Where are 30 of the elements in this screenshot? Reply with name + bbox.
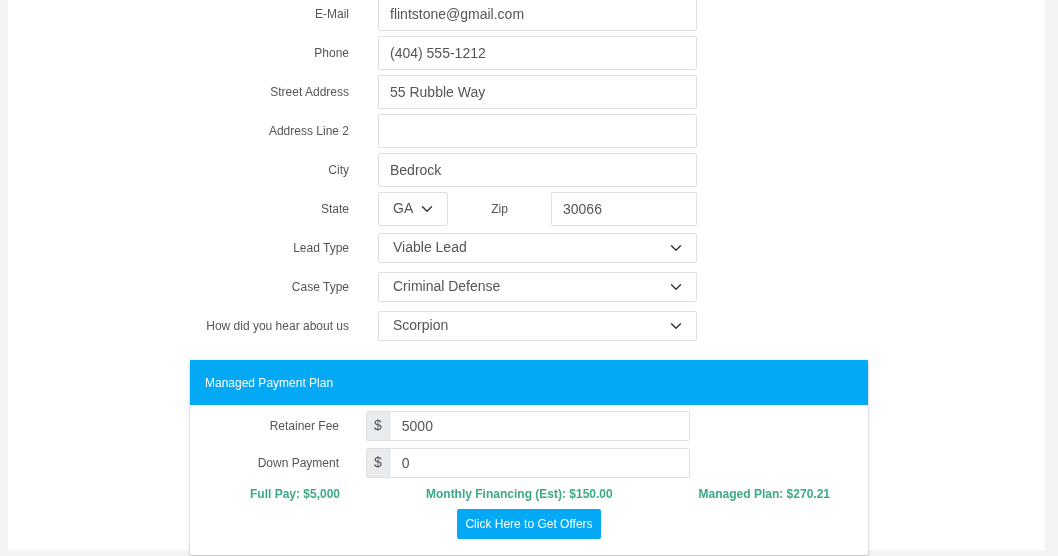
- dropdown[interactable]: GA: [378, 191, 448, 226]
- field-label: Street Address: [269, 83, 349, 101]
- field-label: Address Line 2: [267, 122, 349, 140]
- dropdown[interactable]: Criminal Defense: [378, 271, 697, 302]
- field-label: Phone: [313, 44, 349, 62]
- currency-prefix: $: [366, 410, 390, 441]
- dropdown[interactable]: Viable Lead: [378, 232, 697, 263]
- summary-text: Full Pay: $5,000: [250, 486, 341, 503]
- panel-header: Managed Payment Plan: [190, 360, 868, 405]
- text-field[interactable]: 5000: [388, 410, 690, 441]
- currency-prefix: $: [366, 447, 390, 478]
- field-label: City: [327, 161, 349, 179]
- field-label: E-Mail: [314, 5, 349, 23]
- text-field[interactable]: 30066: [551, 191, 697, 226]
- text-field[interactable]: flintstone@gmail.com: [378, 0, 697, 31]
- summary-text: Monthly Financing (Est): $150.00: [425, 486, 613, 503]
- field-label: State: [319, 200, 349, 218]
- field-label: How did you hear about us: [205, 317, 349, 335]
- field-label: Down Payment: [256, 454, 339, 472]
- text-field[interactable]: [378, 113, 697, 148]
- summary-text: Managed Plan: $270.21: [698, 486, 830, 503]
- field-label: Lead Type: [292, 239, 349, 257]
- field-label: Retainer Fee: [268, 417, 339, 435]
- text-field[interactable]: 55 Rubble Way: [378, 74, 697, 109]
- text-field[interactable]: 0: [388, 447, 690, 478]
- text-field[interactable]: (404) 555-1212: [378, 35, 697, 70]
- dropdown[interactable]: Scorpion: [378, 310, 697, 341]
- field-label: Case Type: [290, 278, 349, 296]
- field-label: Zip: [490, 200, 509, 218]
- text-field[interactable]: Bedrock: [378, 152, 697, 187]
